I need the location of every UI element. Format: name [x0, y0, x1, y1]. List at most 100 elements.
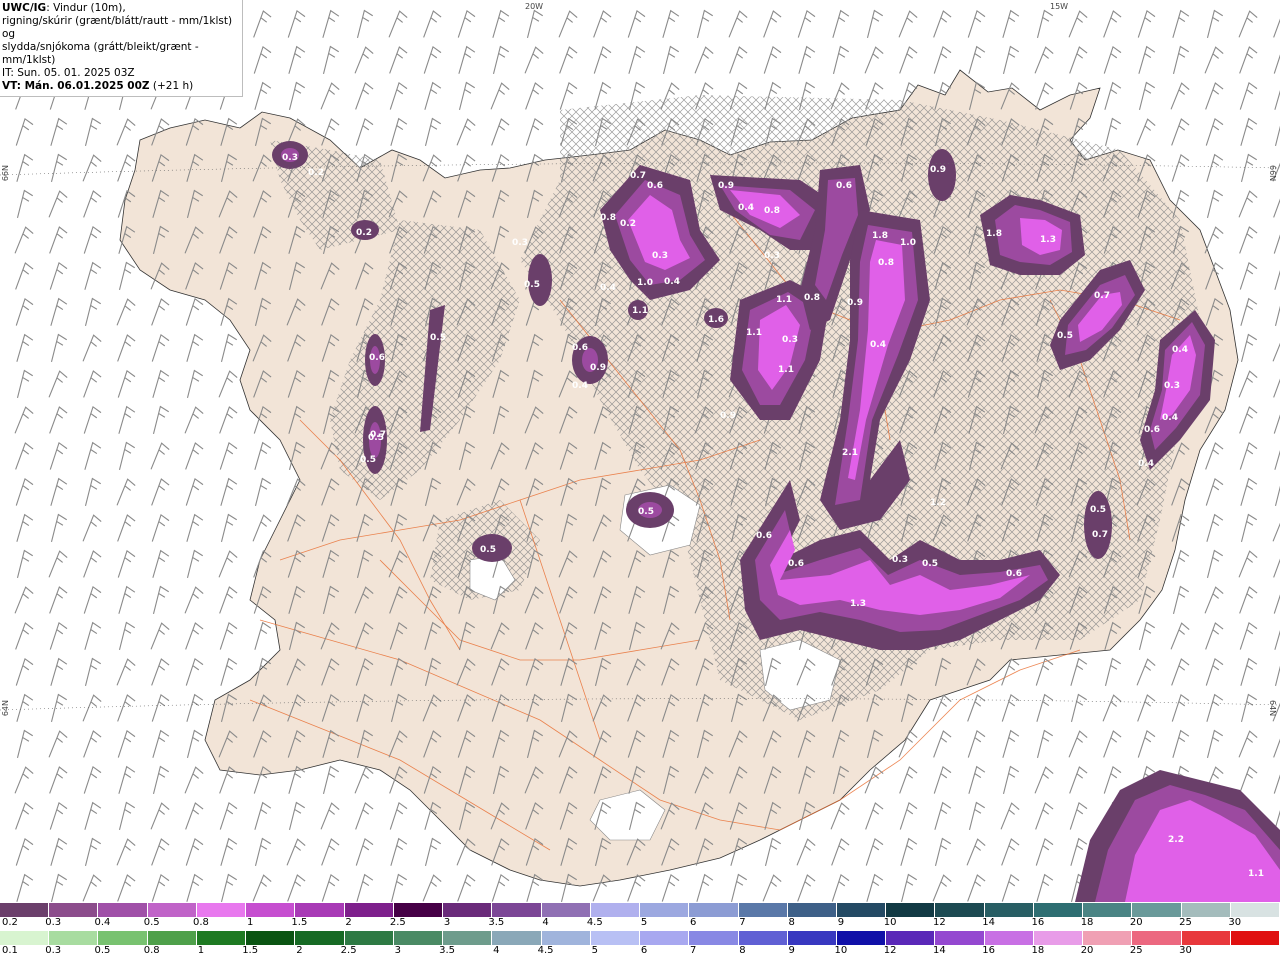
- snow-value-label: 0.6: [369, 353, 385, 363]
- snow-value-label: 0.9: [930, 165, 946, 175]
- scale-tick-label: 16: [982, 945, 995, 956]
- snow-value-label: 1.6: [708, 315, 724, 325]
- scale-swatch: [689, 903, 739, 917]
- snow-value-label: 1.8: [986, 229, 1002, 239]
- lat-64n-right-label: 64N: [1268, 700, 1277, 717]
- scale-swatch: [295, 903, 345, 917]
- snow-value-label: 0.2: [356, 228, 372, 238]
- scale-swatch: [1033, 903, 1084, 917]
- header-line-2: rigning/skúrir (grænt/blátt/rautt - mm/1…: [2, 15, 233, 40]
- snow-value-label: 0.6: [1006, 569, 1022, 579]
- scale-swatch: [0, 903, 50, 917]
- scale-tick-label: 0.5: [143, 917, 160, 928]
- scale-tick-label: 2.5: [340, 945, 357, 956]
- scale-swatch: [886, 903, 936, 917]
- scale-swatch: [590, 903, 641, 917]
- snow-scale-ticks: 0.2 0.3 0.4 0.5 0.8 1 1.5 2 2.5 3 3.5 4 4.5 5 6 7 8 9 10 12…: [0, 917, 1280, 929]
- header-line-1: UWC/IG: Vindur (10m),: [2, 2, 240, 15]
- lat-66n-left-label: 66N: [1, 165, 10, 182]
- scale-swatch: [1132, 903, 1182, 917]
- scale-tick-label: 4.5: [537, 945, 554, 956]
- scale-swatch: [98, 903, 148, 917]
- snow-value-label: 0.6: [836, 181, 852, 191]
- rain-scale-bar: [0, 931, 1280, 945]
- scale-tick-label: 4: [493, 945, 500, 956]
- scale-tick-label: 14: [982, 917, 995, 928]
- scale-tick-label: 0.8: [192, 917, 209, 928]
- scale-swatch: [836, 903, 887, 917]
- scale-swatch: [1132, 931, 1182, 945]
- snow-scale-bar: [0, 903, 1280, 917]
- scale-swatch: [541, 903, 591, 917]
- scale-swatch: [1033, 931, 1084, 945]
- initial-time: IT: Sun. 05. 01. 2025 03Z: [2, 67, 135, 79]
- snow-value-label: 0.8: [804, 293, 820, 303]
- scale-swatch: [1083, 903, 1133, 917]
- forecast-info-box: UWC/IG: Vindur (10m), rigning/skúrir (gr…: [0, 0, 243, 97]
- scale-swatch: [295, 931, 345, 945]
- scale-tick-label: 8: [788, 917, 795, 928]
- scale-swatch: [984, 931, 1034, 945]
- snow-value-label: 0.3: [652, 251, 668, 261]
- scale-tick-label: 5: [640, 917, 648, 928]
- lon-20w-label: 20W: [525, 2, 544, 11]
- scale-tick-label: 18: [1080, 917, 1094, 928]
- scale-swatch: [1181, 931, 1231, 945]
- scale-tick-label: 10: [834, 945, 848, 956]
- snow-value-label: 2.2: [1168, 835, 1184, 845]
- snow-value-label: 0.3: [512, 238, 528, 248]
- valid-time-line: VT: Mán. 06.01.2025 00Z (+21 h): [2, 80, 240, 93]
- scale-swatch: [196, 903, 247, 917]
- scale-swatch: [147, 903, 197, 917]
- scale-tick-label: 2: [296, 945, 303, 956]
- scale-tick-label: 0.2: [2, 917, 18, 928]
- scale-swatch: [640, 903, 690, 917]
- scale-swatch: [541, 931, 591, 945]
- snow-value-label: 1.3: [850, 599, 866, 609]
- scale-tick-label: 10: [883, 917, 897, 928]
- snow-value-label: 0.3: [764, 251, 780, 261]
- scale-swatch: [1230, 903, 1280, 917]
- scale-swatch: [443, 931, 493, 945]
- scale-tick-label: 3: [443, 917, 451, 928]
- scale-tick-label: 25: [1129, 945, 1143, 956]
- snow-value-label: 0.5: [922, 559, 938, 569]
- scale-tick-label: 0.5: [94, 945, 111, 956]
- snow-value-label: 0.9: [590, 363, 606, 373]
- scale-tick-label: 5: [591, 945, 598, 956]
- scale-tick-label: 3.5: [488, 917, 505, 928]
- scale-swatch: [1083, 931, 1133, 945]
- scale-tick-label: 7: [739, 917, 746, 928]
- scale-tick-label: 0.3: [45, 917, 62, 928]
- snow-value-label: 0.6: [647, 181, 663, 191]
- snow-value-label: 0.6: [788, 559, 804, 569]
- snow-value-label: 0.9: [720, 411, 736, 421]
- scale-swatch: [393, 903, 444, 917]
- scale-tick-label: 3: [394, 945, 402, 956]
- snow-value-label: 1.1: [746, 328, 762, 338]
- scale-tick-label: 1.5: [242, 945, 259, 956]
- snow-value-label: 1.3: [1040, 235, 1056, 245]
- scale-swatch: [738, 903, 788, 917]
- snow-value-label: 1.1: [632, 306, 648, 316]
- snow-value-label: 0.4: [1138, 459, 1154, 469]
- scale-swatch: [689, 931, 739, 945]
- scale-tick-label: 0.4: [94, 917, 111, 928]
- scale-tick-label: 0.1: [2, 945, 18, 956]
- lat-64n-left-label: 64N: [1, 700, 10, 717]
- snow-value-label: 0.5: [430, 333, 446, 343]
- snow-value-label: 0.4: [664, 277, 680, 287]
- scale-tick-label: 30: [1228, 917, 1242, 928]
- lat-66n-right-label: 66N: [1268, 165, 1277, 182]
- scale-tick-label: 20: [1129, 917, 1143, 928]
- snow-value-label: 1.1: [776, 295, 792, 305]
- lon-15w-label: 15W: [1050, 2, 1069, 11]
- scale-tick-label: 16: [1031, 917, 1045, 928]
- scale-swatch: [246, 903, 296, 917]
- scale-swatch: [49, 931, 99, 945]
- scale-swatch: [49, 903, 99, 917]
- scale-tick-label: 0.3: [45, 945, 62, 956]
- scale-swatch: [98, 931, 148, 945]
- scale-tick-label: 25: [1179, 917, 1192, 928]
- rain-scale-ticks: 0.1 0.3 0.5 0.8 1 1.5 2 2.5 3 3.5 4 4.5 5 6 7 8 9 10 12 14 1…: [0, 945, 1280, 957]
